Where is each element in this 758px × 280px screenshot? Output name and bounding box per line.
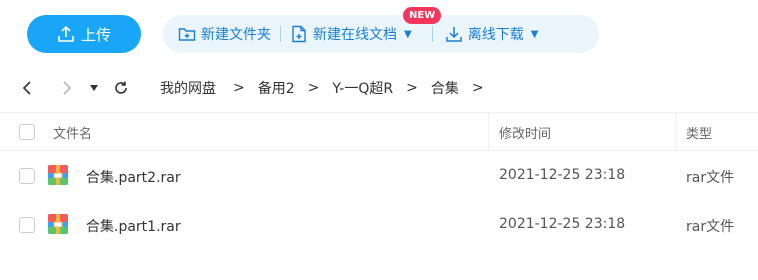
breadcrumb-item-current[interactable]: 合集 [431, 78, 459, 98]
new-online-doc-button[interactable]: 新建在线文档 ▼ [290, 24, 412, 44]
rar-archive-icon [48, 165, 68, 185]
table-row[interactable]: 合集.part2.rar 2021-12-25 23:18 rar文件 [0, 152, 758, 200]
file-modified-time: 2021-12-25 23:18 [499, 167, 626, 183]
select-all-checkbox[interactable] [19, 124, 35, 140]
toolbar: 上传 新建文件夹 新建在线文档 ▼ 离线下载 ▼ NEW [0, 0, 758, 68]
breadcrumb-separator: > [471, 80, 484, 96]
rar-archive-icon [48, 214, 68, 234]
new-folder-button[interactable]: 新建文件夹 [178, 24, 271, 44]
breadcrumb-item[interactable]: 我的网盘 [160, 78, 216, 98]
file-type: rar文件 [686, 170, 735, 186]
column-header-modified[interactable]: 修改时间 [499, 123, 551, 142]
breadcrumb-item[interactable]: 备用2 [258, 78, 295, 98]
refresh-icon[interactable] [110, 68, 132, 108]
upload-icon [58, 25, 74, 42]
divider [431, 26, 433, 42]
row-checkbox[interactable] [19, 168, 35, 184]
file-type: rar文件 [686, 219, 735, 235]
new-folder-label: 新建文件夹 [201, 27, 271, 43]
new-folder-icon [178, 28, 196, 41]
new-document-icon [292, 25, 306, 43]
table-header: 文件名 修改时间 类型 [0, 112, 758, 151]
column-header-type[interactable]: 类型 [686, 123, 712, 142]
table-row[interactable]: 合集.part1.rar 2021-12-25 23:18 rar文件 [0, 200, 758, 248]
column-divider [675, 113, 676, 150]
breadcrumb-item[interactable]: Y-一Q超R [332, 78, 393, 98]
navigation-bar: 我的网盘 > 备用2 > Y-一Q超R > 合集 > [0, 68, 758, 108]
offline-download-button[interactable]: 离线下载 ▼ [445, 24, 539, 44]
file-name[interactable]: 合集.part2.rar [86, 167, 181, 187]
history-dropdown-icon[interactable] [86, 68, 102, 108]
upload-label: 上传 [80, 25, 111, 44]
new-badge: NEW [403, 7, 442, 24]
new-online-doc-label: 新建在线文档 [313, 27, 397, 43]
forward-arrow-icon[interactable] [56, 68, 78, 108]
breadcrumb-separator: > [406, 80, 418, 96]
breadcrumb: 我的网盘 > 备用2 > Y-一Q超R > 合集 > [160, 68, 497, 108]
breadcrumb-separator: > [307, 80, 320, 96]
breadcrumb-separator: > [233, 80, 245, 96]
divider [280, 26, 281, 42]
caret-down-icon: ▼ [404, 28, 412, 40]
row-checkbox[interactable] [19, 217, 35, 233]
upload-button[interactable]: 上传 [27, 15, 141, 53]
back-arrow-icon[interactable] [16, 68, 38, 108]
column-divider [488, 113, 489, 150]
column-header-name[interactable]: 文件名 [53, 123, 92, 142]
offline-download-label: 离线下载 [467, 27, 524, 43]
action-bar: 新建文件夹 新建在线文档 ▼ 离线下载 ▼ [163, 15, 599, 53]
download-icon [445, 27, 462, 42]
file-name[interactable]: 合集.part1.rar [86, 216, 181, 236]
caret-down-icon: ▼ [530, 28, 539, 40]
file-modified-time: 2021-12-25 23:18 [499, 216, 626, 232]
